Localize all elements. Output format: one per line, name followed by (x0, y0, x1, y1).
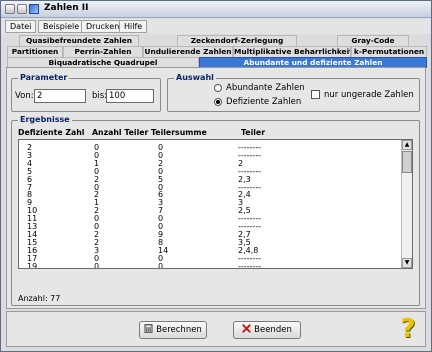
menu-hilfe[interactable]: Hilfe (119, 20, 148, 33)
tab-multiplikative-beharrlichkeit[interactable]: Multiplikative Beharrlichkeit (233, 46, 351, 57)
header-teilersumme: Teilersumme (151, 128, 207, 137)
auswahl-group: Auswahl Abundante Zahlen Defiziente Zahl… (167, 73, 420, 112)
scroll-thumb[interactable] (402, 151, 412, 173)
tab-undulierende-zahlen[interactable]: Undulierende Zahlen (143, 46, 233, 57)
anzahl-label: Anzahl: 77 (18, 294, 61, 303)
tab-zeckendorf-zerlegung[interactable]: Zeckendorf-Zerlegung (177, 35, 297, 46)
nur-ungerade-label: nur ungerade Zahlen (324, 90, 414, 100)
close-icon (242, 324, 251, 333)
bis-input[interactable]: 100 (106, 89, 154, 103)
system-menu-button[interactable] (17, 4, 27, 14)
table-row[interactable]: 19 0 0 -------- (19, 261, 403, 269)
scroll-up-arrow[interactable]: ▲ (402, 140, 412, 150)
tab-row-2: Partitionen Perrin-Zahlen Undulierende Z… (7, 46, 427, 57)
menu-bar: Datei Beispiele Drucken Hilfe (1, 19, 431, 34)
menu-beispiele[interactable]: Beispiele (38, 20, 85, 33)
close-window-button[interactable] (5, 4, 15, 14)
defiziente-radio[interactable] (214, 98, 222, 106)
table-cell: 19 (27, 261, 38, 269)
tab-content-panel: Parameter Von: 2 bis: 100 Auswahl Abunda… (6, 67, 426, 309)
tab-partitionen[interactable]: Partitionen (7, 46, 63, 57)
von-input[interactable]: 2 (34, 89, 86, 103)
berechnen-button[interactable]: Berechnen (139, 321, 207, 339)
header-defiziente-zahl: Defiziente Zahl (18, 128, 85, 137)
bis-label: bis: (92, 91, 108, 101)
tab-quasibefreundete-zahlen[interactable]: Quasibefreundete Zahlen (19, 35, 139, 46)
parameter-group-title: Parameter (18, 73, 70, 82)
auswahl-group-title: Auswahl (174, 73, 216, 82)
table-cell: 0 (158, 261, 164, 269)
beenden-label: Beenden (254, 325, 292, 335)
title-bar: Zahlen II (1, 1, 431, 18)
app-icon (29, 4, 39, 14)
calculator-icon (144, 324, 153, 333)
abundante-radio[interactable] (214, 84, 222, 92)
window-title: Zahlen II (44, 3, 89, 13)
tab-gray-code[interactable]: Gray-Code (337, 35, 409, 46)
defiziente-label: Defiziente Zahlen (226, 97, 302, 107)
ergebnisse-group: Ergebnisse Defiziente Zahl Anzahl Teiler… (11, 115, 420, 306)
scroll-down-arrow[interactable]: ▼ (402, 258, 412, 268)
ergebnisse-group-title: Ergebnisse (18, 115, 72, 124)
von-label: Von: (15, 91, 34, 101)
menu-drucken[interactable]: Drucken (81, 20, 125, 33)
nur-ungerade-checkbox[interactable] (311, 90, 320, 99)
tab-row-1: Quasibefreundete Zahlen Zeckendorf-Zerle… (7, 35, 427, 46)
menu-datei[interactable]: Datei (5, 20, 37, 33)
help-icon[interactable]: ? (395, 315, 421, 343)
tab-perrin-zahlen[interactable]: Perrin-Zahlen (63, 46, 143, 57)
app-window: Zahlen II Datei Beispiele Drucken Hilfe … (0, 0, 432, 352)
abundante-label: Abundante Zahlen (226, 83, 305, 93)
results-listbox[interactable]: 2 0 0 -------- 3 0 0 -------- 4 1 2 2 5 0 0 -------- 6 2 5… (18, 139, 413, 269)
berechnen-label: Berechnen (156, 325, 202, 335)
table-cell: 0 (94, 261, 100, 269)
results-scrollbar[interactable]: ▲ ▼ (401, 140, 412, 268)
button-bar: Berechnen Beenden ? (6, 311, 426, 347)
parameter-group: Parameter Von: 2 bis: 100 (11, 73, 161, 112)
table-cell: -------- (238, 261, 262, 269)
beenden-button[interactable]: Beenden (233, 321, 301, 339)
header-teiler: Teiler (241, 128, 266, 137)
tab-k-permutationen[interactable]: k-Permutationen (351, 46, 427, 57)
header-anzahl-teiler: Anzahl Teiler (92, 128, 149, 137)
